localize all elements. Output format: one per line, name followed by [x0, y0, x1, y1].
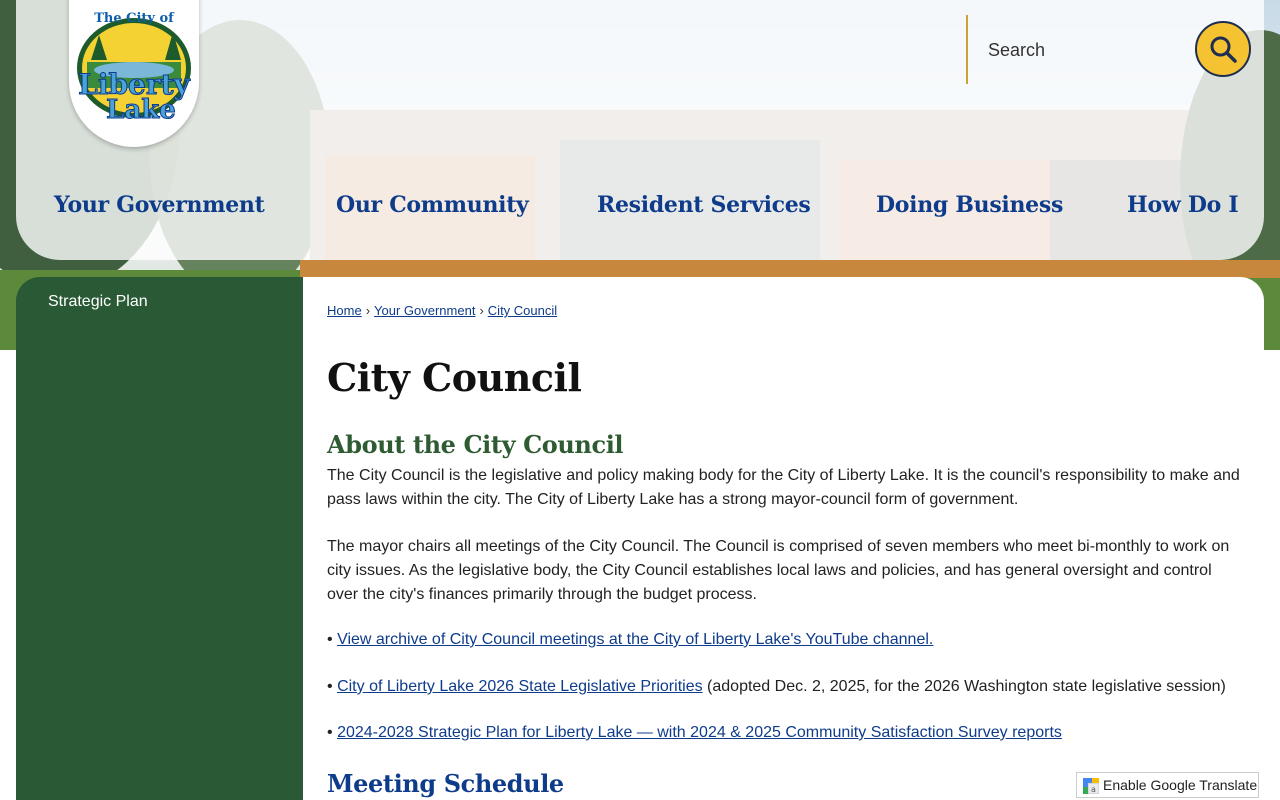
google-translate-icon: a — [1083, 778, 1099, 794]
strategic-plan-link[interactable]: 2024-2028 Strategic Plan for Liberty Lak… — [337, 724, 1062, 741]
nav-doing-business[interactable]: Doing Business — [876, 192, 1063, 218]
nav-our-community[interactable]: Our Community — [336, 192, 529, 218]
page-title: City Council — [327, 355, 582, 400]
list-item: • View archive of City Council meetings … — [327, 628, 933, 652]
search-input[interactable] — [988, 37, 1148, 63]
about-paragraph-1: The City Council is the legislative and … — [327, 467, 1240, 508]
legislative-priorities-note: (adopted Dec. 2, 2025, for the 2026 Wash… — [702, 678, 1226, 695]
city-logo[interactable]: The City of Liberty Lake — [69, 0, 199, 147]
nav-resident-services[interactable]: Resident Services — [597, 192, 811, 218]
breadcrumb-your-government[interactable]: Your Government — [374, 303, 475, 318]
google-translate-button[interactable]: a Enable Google Translate — [1076, 772, 1259, 798]
sidebar-item-strategic-plan[interactable]: Strategic Plan — [48, 293, 148, 311]
logo-line1: The City of — [94, 11, 175, 26]
search-button[interactable] — [1195, 21, 1251, 77]
nav-your-government[interactable]: Your Government — [54, 192, 265, 218]
breadcrumb-city-council[interactable]: City Council — [488, 303, 557, 318]
legislative-priorities-link[interactable]: City of Liberty Lake 2026 State Legislat… — [337, 678, 703, 695]
about-paragraph-2: The mayor chairs all meetings of the Cit… — [327, 538, 1230, 603]
breadcrumb-separator: › — [365, 303, 371, 318]
main-content: Home › Your Government › City Council City C… — [303, 277, 1264, 800]
logo-line3: Lake — [106, 95, 176, 125]
deck — [300, 260, 1280, 278]
bullet: • — [327, 678, 333, 695]
sidebar: Strategic Plan — [16, 277, 303, 800]
nav-how-do-i[interactable]: How Do I — [1127, 192, 1239, 218]
bullet: • — [327, 724, 333, 741]
list-item: • City of Liberty Lake 2026 State Legisl… — [327, 675, 1226, 699]
meeting-schedule-heading: Meeting Schedule — [327, 769, 564, 798]
breadcrumb-home[interactable]: Home — [327, 303, 362, 318]
breadcrumb-separator: › — [479, 303, 484, 318]
youtube-archive-link[interactable]: View archive of City Council meetings at… — [337, 631, 933, 648]
search-container — [966, 15, 1168, 84]
breadcrumb: Home › Your Government › City Council — [327, 303, 557, 318]
google-translate-label: Enable Google Translate — [1103, 777, 1258, 793]
search-icon — [1210, 36, 1237, 63]
about-heading: About the City Council — [327, 430, 624, 459]
main-navigation: Your Government Our Community Resident S… — [16, 192, 1264, 232]
list-item: • 2024-2028 Strategic Plan for Liberty L… — [327, 721, 1062, 745]
svg-text:a: a — [1091, 785, 1096, 794]
bullet: • — [327, 631, 333, 648]
